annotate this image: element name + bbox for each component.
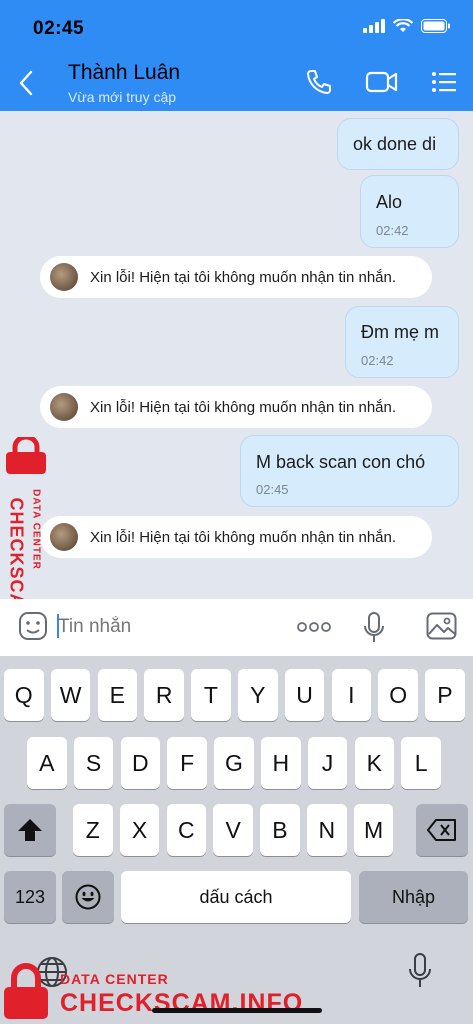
avatar	[50, 263, 78, 291]
backspace-key[interactable]	[416, 804, 468, 856]
key-u[interactable]: U	[284, 669, 325, 721]
key-i[interactable]: I	[331, 669, 372, 721]
auto-reply-notice: Xin lỗi! Hiện tại tôi không muốn nhận ti…	[40, 386, 432, 428]
key-a[interactable]: A	[27, 737, 67, 789]
watermark-bottom-small: DATA CENTER	[60, 971, 169, 987]
key-v[interactable]: V	[213, 804, 253, 856]
key-j[interactable]: J	[307, 737, 348, 789]
key-c[interactable]: C	[166, 804, 207, 856]
shift-arrow-icon	[18, 819, 42, 841]
message-input[interactable]	[58, 609, 278, 645]
home-indicator	[152, 1008, 322, 1013]
message-time: 02:45	[256, 482, 289, 497]
watermark-side-small: DATA CENTER	[30, 489, 42, 570]
outgoing-message[interactable]: Đm mẹ m 02:42	[345, 306, 459, 378]
avatar	[50, 523, 78, 551]
status-time: 02:45	[33, 18, 85, 39]
phone-call-icon[interactable]	[305, 68, 333, 96]
key-l[interactable]: L	[401, 737, 441, 789]
key-g[interactable]: G	[214, 737, 254, 789]
key-y[interactable]: Y	[238, 669, 278, 721]
notice-text: Xin lỗi! Hiện tại tôi không muốn nhận ti…	[90, 268, 397, 286]
sticker-icon[interactable]	[18, 611, 48, 641]
numbers-key[interactable]: 123	[4, 871, 56, 923]
contact-status: Vừa mới truy cập	[68, 89, 177, 105]
auto-reply-notice: Xin lỗi! Hiện tại tôi không muốn nhận ti…	[40, 516, 432, 558]
watermark-bottom-big: CHECKSCAM.INFO	[60, 989, 304, 1017]
notice-text: Xin lỗi! Hiện tại tôi không muốn nhận ti…	[90, 528, 397, 546]
key-x[interactable]: X	[119, 804, 160, 856]
back-arrow-icon[interactable]	[18, 70, 34, 96]
space-key[interactable]: dấu cách	[121, 871, 351, 923]
more-dots-icon[interactable]	[296, 620, 332, 634]
key-r[interactable]: R	[144, 669, 184, 721]
backspace-icon	[427, 819, 456, 841]
dictation-microphone-icon[interactable]	[408, 953, 432, 989]
key-b[interactable]: B	[260, 804, 300, 856]
key-q[interactable]: Q	[4, 669, 44, 721]
key-d[interactable]: D	[120, 737, 161, 789]
menu-list-icon[interactable]	[430, 68, 458, 96]
outgoing-message[interactable]: M back scan con chó 02:45	[240, 435, 459, 507]
video-call-icon[interactable]	[365, 68, 399, 96]
key-f[interactable]: F	[167, 737, 207, 789]
return-key[interactable]: Nhập	[359, 871, 468, 923]
auto-reply-notice: Xin lỗi! Hiện tại tôi không muốn nhận ti…	[40, 256, 432, 298]
key-z[interactable]: Z	[73, 804, 113, 856]
shift-key[interactable]	[4, 804, 56, 856]
key-o[interactable]: O	[378, 669, 418, 721]
message-text: ok done di	[353, 134, 437, 154]
notice-text: Xin lỗi! Hiện tại tôi không muốn nhận ti…	[90, 398, 397, 416]
key-w[interactable]: W	[50, 669, 91, 721]
image-picker-icon[interactable]	[426, 612, 457, 640]
key-h[interactable]: H	[261, 737, 301, 789]
key-m[interactable]: M	[353, 804, 394, 856]
microphone-icon[interactable]	[363, 612, 385, 644]
message-text: M back scan con chó	[256, 452, 426, 472]
message-text: Đm mẹ m	[361, 322, 439, 342]
message-time: 02:42	[376, 223, 409, 238]
wifi-icon	[393, 19, 413, 32]
avatar	[50, 393, 78, 421]
contact-name[interactable]: Thành Luân	[68, 61, 180, 85]
watermark-lock-icon	[6, 437, 46, 474]
message-text: Alo	[376, 192, 403, 212]
key-n[interactable]: N	[307, 804, 347, 856]
key-p[interactable]: P	[425, 669, 465, 721]
outgoing-message[interactable]: ok done di	[337, 118, 459, 170]
signal-icon	[363, 19, 385, 33]
key-e[interactable]: E	[97, 669, 138, 721]
watermark-lock-icon	[4, 963, 48, 1019]
emoji-key[interactable]	[62, 871, 114, 923]
key-k[interactable]: K	[354, 737, 395, 789]
message-time: 02:42	[361, 353, 394, 368]
key-t[interactable]: T	[191, 669, 231, 721]
status-icons	[363, 19, 451, 33]
emoji-icon	[75, 884, 101, 910]
key-s[interactable]: S	[73, 737, 114, 789]
battery-icon	[421, 19, 450, 33]
outgoing-message[interactable]: Alo 02:42	[360, 175, 459, 248]
